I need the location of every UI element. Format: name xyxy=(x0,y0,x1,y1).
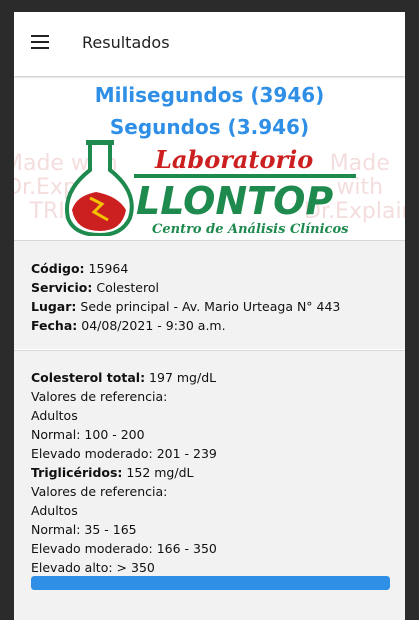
moderate-range: Elevado moderado: 201 - 239 xyxy=(31,446,217,461)
codigo-row: Código: 15964 xyxy=(31,261,129,276)
group-label: Adultos xyxy=(31,503,78,518)
reference-label: Valores de referencia: xyxy=(31,389,168,404)
menu-icon[interactable] xyxy=(31,35,49,49)
svg-text:LLONTOP: LLONTOP xyxy=(136,179,333,223)
high-range: Elevado alto: > 350 xyxy=(31,560,155,575)
group-label: Adultos xyxy=(31,408,78,423)
svg-text:Laboratorio: Laboratorio xyxy=(154,145,313,174)
reference-label: Valores de referencia: xyxy=(31,484,168,499)
normal-range: Normal: 35 - 165 xyxy=(31,522,137,537)
app-bar: Resultados xyxy=(14,12,405,76)
progress-fill xyxy=(31,576,390,590)
svg-text:Centro de Análisis Clínicos: Centro de Análisis Clínicos xyxy=(152,222,349,236)
progress-bar xyxy=(31,576,390,590)
moderate-range: Elevado moderado: 166 - 350 xyxy=(31,541,217,556)
servicio-row: Servicio: Colesterol xyxy=(31,280,159,295)
fecha-row: Fecha: 04/08/2021 - 9:30 a.m. xyxy=(31,318,226,333)
milliseconds-label: Milisegundos (3946) xyxy=(94,83,325,107)
lugar-row: Lugar: Sede principal - Av. Mario Urteag… xyxy=(31,299,341,314)
normal-range: Normal: 100 - 200 xyxy=(31,427,145,442)
laboratorio-llontop-logo: Laboratorio LLONTOP Centro de Análisis C… xyxy=(65,140,356,236)
app-screen: Made withDr.Explain Made withDr.ExplainT… xyxy=(14,12,405,620)
seconds-label: Segundos (3.946) xyxy=(109,115,310,139)
trigliceridos-row: Triglicéridos: 152 mg/dL xyxy=(31,465,194,480)
colesterol-row: Colesterol total: 197 mg/dL xyxy=(31,370,217,385)
page-title: Resultados xyxy=(82,33,170,52)
